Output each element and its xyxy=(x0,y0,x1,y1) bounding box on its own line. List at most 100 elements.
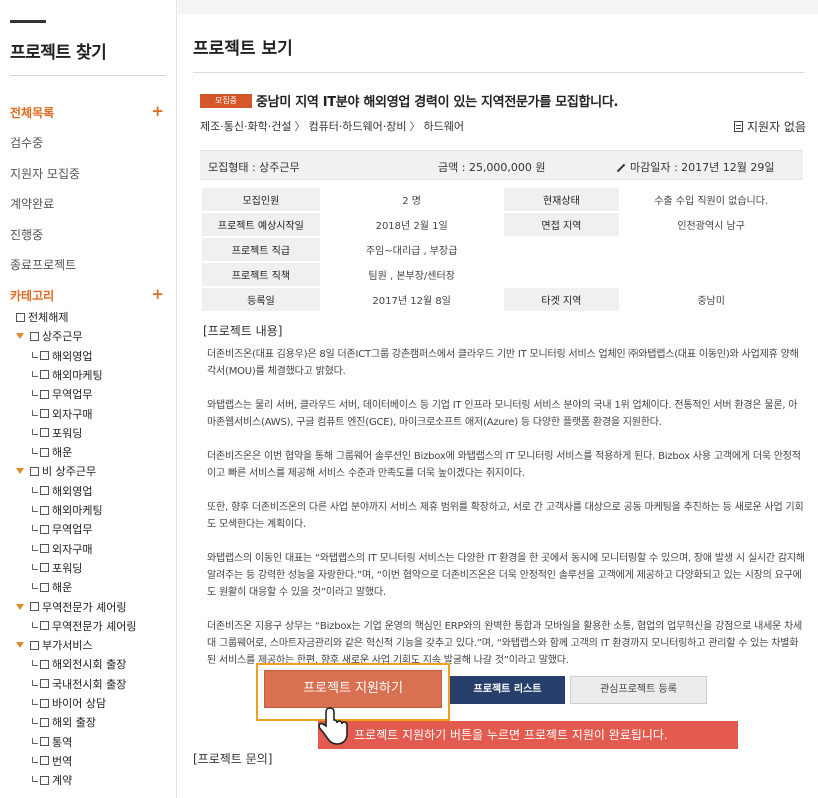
inquiry-section-label: [프로젝트 문의] xyxy=(193,752,273,766)
category-tree-item[interactable]: 계약 xyxy=(32,773,72,787)
category-checkbox[interactable] xyxy=(40,756,49,766)
category-checkbox[interactable] xyxy=(40,389,49,399)
category-label: 무역전문가 셰어링 xyxy=(52,619,137,633)
tree-branch-icon xyxy=(32,737,38,744)
category-checkbox[interactable] xyxy=(40,563,49,573)
plus-icon[interactable]: + xyxy=(151,285,164,303)
category-checkbox[interactable] xyxy=(16,312,25,322)
category-tree-item[interactable]: 해외 출장 xyxy=(32,715,96,729)
info-key: 등록일 xyxy=(202,288,320,311)
breadcrumb-item[interactable]: 컴퓨터·하드웨어·장비 xyxy=(308,118,406,134)
project-summary: 모집형태 : 상주근무 금액 : 25,000,000 원 마감일자 : 201… xyxy=(200,150,803,180)
expand-triangle-icon[interactable] xyxy=(16,603,24,610)
category-tree-item[interactable]: 해외영업 xyxy=(32,484,92,498)
favorite-project-button[interactable]: 관심프로젝트 등록 xyxy=(570,676,707,704)
page-title: 프로젝트 보기 xyxy=(193,39,293,59)
category-checkbox[interactable] xyxy=(30,331,39,341)
tree-branch-icon xyxy=(32,563,38,570)
category-checkbox[interactable] xyxy=(40,659,49,669)
sidebar-item-contracted[interactable]: 계약완료 xyxy=(10,195,54,212)
tree-branch-icon xyxy=(32,486,38,493)
category-tree-item[interactable]: 무역업무 xyxy=(32,522,92,536)
tree-branch-icon xyxy=(32,660,38,667)
project-list-button[interactable]: 프로젝트 리스트 xyxy=(450,676,565,704)
category-tree-item[interactable]: 해외마케팅 xyxy=(32,368,103,382)
info-value xyxy=(621,263,801,286)
category-tree-item[interactable]: 무역전문가 셰어링 xyxy=(32,619,136,633)
category-tree-item[interactable]: 포워딩 xyxy=(32,426,82,440)
expand-triangle-icon[interactable] xyxy=(16,642,24,649)
breadcrumb-item[interactable]: 하드웨어 xyxy=(424,118,464,134)
category-checkbox[interactable] xyxy=(40,447,49,457)
category-checkbox[interactable] xyxy=(40,370,49,380)
tree-branch-icon xyxy=(32,583,38,590)
category-tree-item[interactable]: 해운 xyxy=(32,445,72,459)
category-tree-item[interactable]: 무역전문가 셰어링 xyxy=(16,600,126,614)
category-tree-item[interactable]: 해운 xyxy=(32,580,72,594)
sidebar-section-all[interactable]: 전체목록 + xyxy=(10,102,164,121)
expand-triangle-icon[interactable] xyxy=(16,333,24,340)
category-checkbox[interactable] xyxy=(40,351,49,361)
category-tree-item[interactable]: 외자구매 xyxy=(32,542,92,556)
sidebar-item-finished[interactable]: 종료프로젝트 xyxy=(10,256,76,273)
tree-branch-icon xyxy=(32,544,38,551)
category-checkbox[interactable] xyxy=(40,428,49,438)
category-label: 무역업무 xyxy=(52,388,93,402)
expand-triangle-icon[interactable] xyxy=(16,468,24,475)
sidebar-accent-bar xyxy=(10,20,46,23)
category-tree-item[interactable]: 국내전시회 출장 xyxy=(32,677,126,691)
sidebar-item-recruiting[interactable]: 지원자 모집중 xyxy=(10,165,80,182)
sidebar-divider xyxy=(10,75,166,76)
category-tree-item[interactable]: 바이어 상담 xyxy=(32,696,106,710)
category-checkbox[interactable] xyxy=(30,602,39,611)
tree-branch-icon xyxy=(32,351,38,358)
info-key: 프로젝트 예상시작일 xyxy=(202,213,320,236)
category-tree-item[interactable]: 통역 xyxy=(32,735,72,749)
category-label: 무역업무 xyxy=(52,523,93,537)
plus-icon[interactable]: + xyxy=(151,102,164,120)
category-label: 해외영업 xyxy=(52,349,93,363)
category-tree-item[interactable]: 외자구매 xyxy=(32,407,92,421)
category-tree-item[interactable]: 비 상주근무 xyxy=(16,464,96,478)
apply-button[interactable]: 프로젝트 지원하기 xyxy=(264,670,442,708)
category-tree-item[interactable]: 상주근무 xyxy=(16,329,82,343)
category-checkbox[interactable] xyxy=(40,544,49,554)
category-label: 통역 xyxy=(52,735,73,749)
category-checkbox[interactable] xyxy=(30,466,39,476)
category-tree-item[interactable]: 해외영업 xyxy=(32,349,92,363)
sidebar-item-in-progress[interactable]: 진행중 xyxy=(10,226,43,243)
category-checkbox[interactable] xyxy=(30,640,39,650)
category-checkbox[interactable] xyxy=(40,621,49,631)
category-checkbox[interactable] xyxy=(40,775,49,785)
category-tree-item[interactable]: 포워딩 xyxy=(32,561,82,575)
category-tree-item[interactable]: 부가서비스 xyxy=(16,638,93,652)
sidebar-item-review[interactable]: 검수중 xyxy=(10,134,43,151)
table-row: 모집인원 2 명 현재상태 수출 수입 직원이 없습니다. xyxy=(202,188,801,211)
category-checkbox[interactable] xyxy=(40,486,49,496)
category-tree-item[interactable]: 해외마케팅 xyxy=(32,503,103,517)
category-checkbox[interactable] xyxy=(40,679,49,689)
info-value: 주임~대리급 , 부장급 xyxy=(365,246,458,257)
category-tree-item[interactable]: 번역 xyxy=(32,754,72,768)
category-tree-item[interactable]: 전체해제 xyxy=(16,310,68,324)
tree-branch-icon xyxy=(32,621,38,628)
category-checkbox[interactable] xyxy=(40,505,49,515)
info-key: 타겟 지역 xyxy=(503,288,620,311)
category-tree-item[interactable]: 해외전시회 출장 xyxy=(32,657,126,671)
category-checkbox[interactable] xyxy=(40,737,49,747)
document-icon xyxy=(733,121,743,132)
category-tree-item[interactable]: 무역업무 xyxy=(32,387,92,401)
breadcrumb-item[interactable]: 제조·통신·화학·건설 xyxy=(200,118,291,134)
category-checkbox[interactable] xyxy=(40,717,49,727)
category-checkbox[interactable] xyxy=(40,524,49,534)
category-label: 바이어 상담 xyxy=(52,697,107,710)
category-checkbox[interactable] xyxy=(40,582,49,592)
table-row: 프로젝트 직책 팀원 , 본부장/센터장 xyxy=(202,263,801,286)
tree-branch-icon xyxy=(32,756,38,763)
sidebar-section-category[interactable]: 카테고리 + xyxy=(10,285,164,304)
tree-branch-icon xyxy=(32,428,38,435)
category-checkbox[interactable] xyxy=(40,409,49,418)
info-value: 2017년 12월 8일 xyxy=(372,296,451,307)
category-checkbox[interactable] xyxy=(40,698,49,708)
description-paragraph: 와탭랩스의 이동인 대표는 “와탭랩스의 IT 모니터링 서비스는 다양한 IT… xyxy=(207,553,805,598)
